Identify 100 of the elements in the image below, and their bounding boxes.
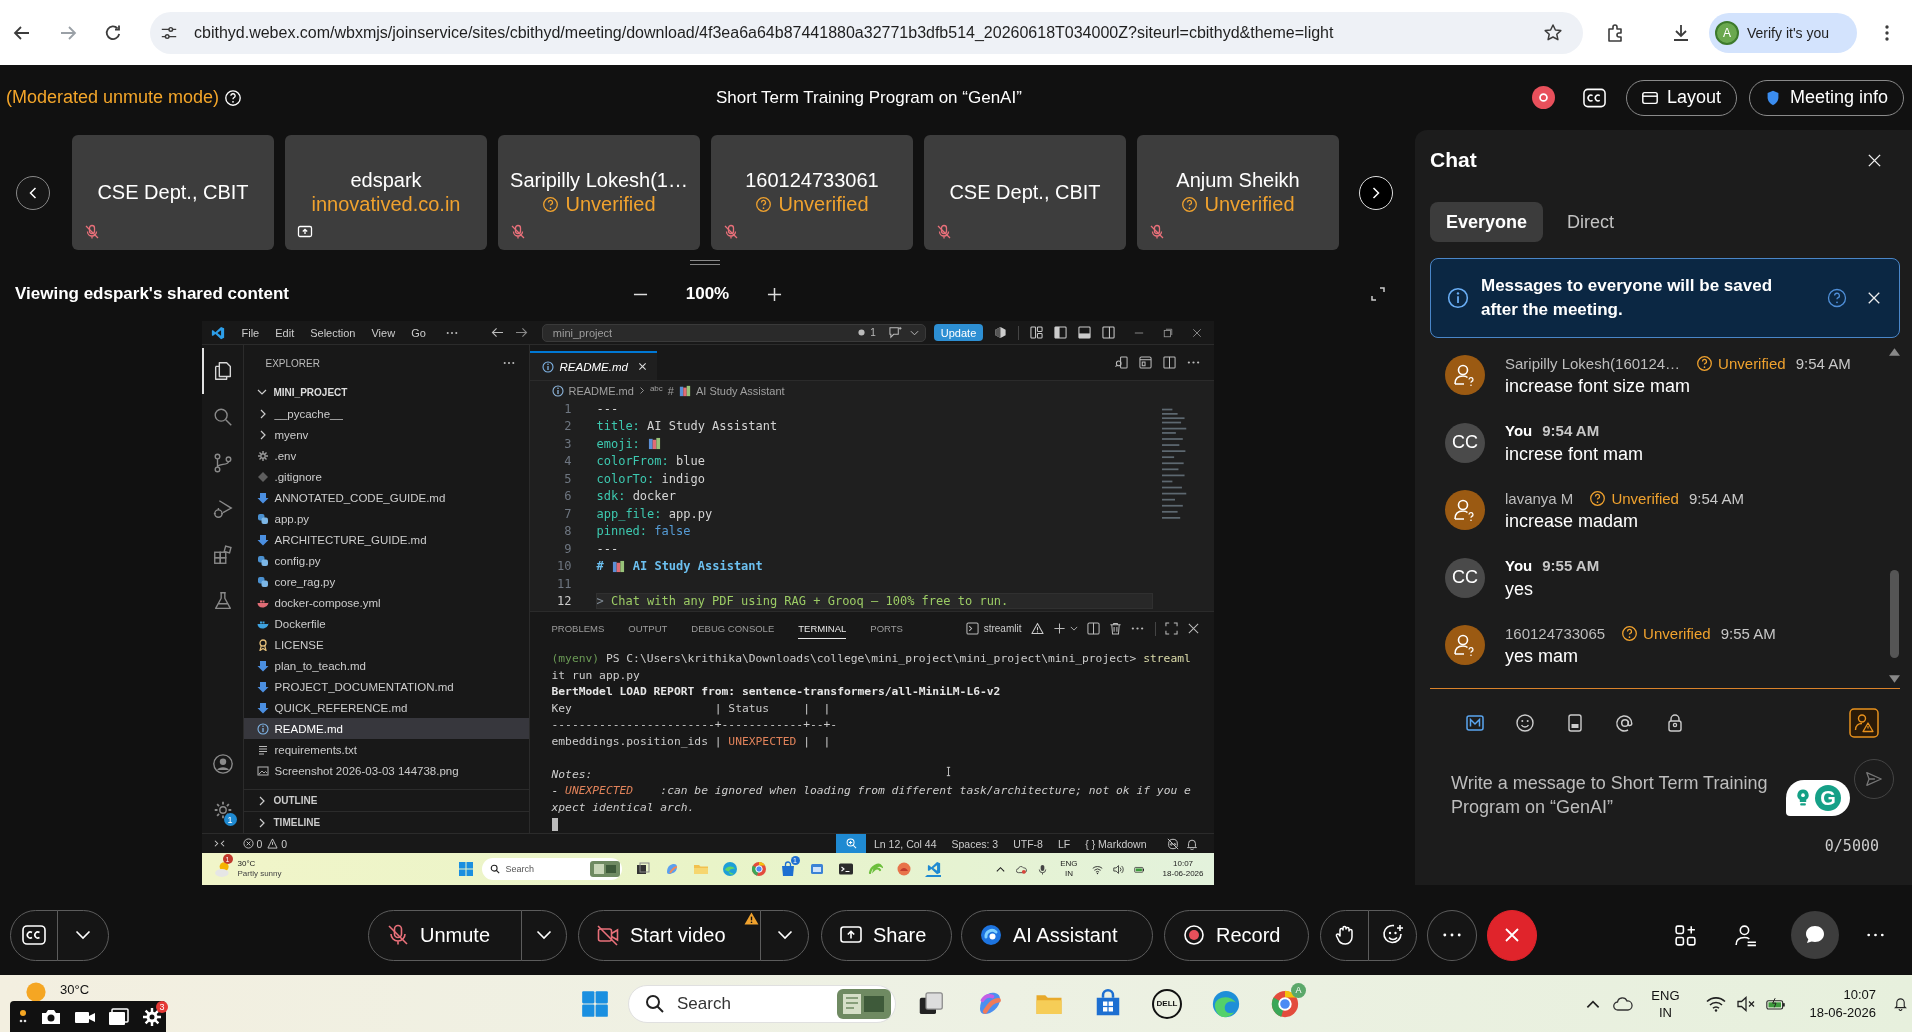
more-icon[interactable] [1867,933,1884,937]
tree-item[interactable]: .gitignore [243,466,529,487]
apps-icon[interactable] [1673,922,1698,948]
status-item[interactable]: Ln 12, Col 44 [874,837,937,850]
tree-item[interactable]: README.md [243,718,529,739]
cloud-icon[interactable] [1613,994,1634,1013]
region-code[interactable]: IN [1064,869,1073,879]
preview-icon[interactable] [1114,356,1128,369]
wifi-icon[interactable] [1705,994,1726,1013]
task-view-icon[interactable] [634,861,651,877]
scroll-up-icon[interactable] [1889,348,1900,356]
plus-icon[interactable] [1052,622,1066,635]
remote-icon[interactable] [213,838,225,849]
bookmark-star-icon[interactable] [1543,22,1563,43]
trash-icon[interactable] [1108,622,1122,635]
window-icon[interactable] [108,1007,130,1026]
forward-arrow-icon[interactable] [514,327,528,338]
search-field[interactable]: Search [481,858,622,880]
window-app-icon[interactable] [808,861,825,877]
panel-tab[interactable]: PORTS [870,618,903,639]
terminal-name[interactable]: streamlit [983,623,1022,634]
tree-item[interactable]: Dockerfile [243,613,529,634]
unmute-button[interactable]: Unmute [368,909,522,961]
tree-item[interactable]: app.py [243,508,529,529]
menu-item[interactable]: File [241,326,260,339]
ring-browser-icon[interactable] [750,861,767,877]
tree-item[interactable]: requirements.txt [243,739,529,760]
split-icon[interactable] [1086,622,1100,635]
files-icon[interactable] [212,360,234,382]
gif-icon[interactable] [1565,713,1585,733]
status-item[interactable]: { } Markdown [1085,837,1147,850]
start-icon[interactable] [581,989,609,1018]
participant-tile[interactable]: CSE Dept., CBIT [924,135,1126,250]
sun-cloud-icon[interactable] [213,860,232,878]
layout-grid-icon[interactable] [1030,326,1044,339]
status-item[interactable]: Spaces: 3 [951,837,999,850]
record-button[interactable]: Record [1164,909,1309,961]
tree-item[interactable]: __pycache__ [243,403,529,424]
update-button[interactable]: Update [933,324,984,341]
code-editor-app-icon[interactable] [924,861,941,877]
split-hexagon-icon[interactable] [994,326,1008,339]
menu-item[interactable]: Edit [275,326,295,339]
sidebar-right-icon[interactable] [1102,326,1116,339]
download-icon[interactable] [1671,22,1691,43]
captions-icon[interactable] [1582,87,1606,108]
status-item[interactable]: LF [1057,837,1071,850]
more-options-button[interactable] [1427,909,1477,961]
panel-tab[interactable]: OUTPUT [628,618,668,639]
video-options-button[interactable] [760,909,809,961]
participants-icon[interactable] [1733,922,1758,948]
search-field[interactable]: Search [628,984,896,1023]
zoom-button[interactable] [836,834,866,853]
cloud-alert-icon[interactable] [1016,863,1028,875]
tree-item[interactable]: plan_to_teach.md [243,655,529,676]
mention-icon[interactable] [1615,713,1635,733]
sidebar-left-icon[interactable] [1054,326,1068,339]
next-page-button[interactable] [1359,175,1393,210]
captions-button[interactable] [10,909,58,961]
panel-bottom-icon[interactable] [1078,326,1092,339]
command-center-field[interactable]: mini_project 1 [541,323,926,342]
terminal-icon[interactable] [837,861,854,877]
previous-page-button[interactable] [16,175,50,210]
chat-tab[interactable]: Everyone [1430,202,1544,242]
wave-browser-icon[interactable] [721,861,738,877]
markdown-icon[interactable] [1465,713,1485,733]
panel-tab[interactable]: PROBLEMS [551,618,605,639]
scrollbar-thumb[interactable] [1890,570,1899,658]
emoji-icon[interactable] [1515,713,1535,733]
caret-icon[interactable] [909,329,919,336]
chat-button[interactable] [1791,911,1839,959]
extensions-icon[interactable] [212,544,234,566]
restore-icon[interactable] [1163,327,1174,338]
tree-item[interactable]: LICENSE [243,634,529,655]
grip-icon[interactable] [18,1008,28,1025]
leave-meeting-button[interactable] [1487,909,1537,961]
panel-tab[interactable]: TERMINAL [798,618,847,639]
tree-item[interactable]: PROJECT_DOCUMENTATION.md [243,676,529,697]
ring-browser-icon[interactable] [1270,988,1300,1019]
back-arrow-icon[interactable] [490,327,504,338]
logo-badge[interactable]: DELL [1152,988,1182,1019]
guest-warning-icon[interactable] [1849,708,1879,738]
speaker-muted-icon[interactable] [1735,994,1756,1013]
section-header[interactable]: OUTLINE [243,789,529,811]
tree-item[interactable]: ARCHITECTURE_GUIDE.md [243,529,529,550]
clock-time[interactable]: 10:07 [1173,859,1194,869]
reactions-button[interactable] [1368,909,1417,961]
wave-browser-icon[interactable] [1211,988,1241,1019]
raise-hand-button[interactable] [1320,909,1369,961]
tree-item[interactable]: Screenshot 2026-03-03 144738.png [243,760,529,781]
meeting-info-button[interactable]: Meeting info [1748,79,1904,116]
tree-item[interactable]: core_rag.py [243,571,529,592]
speaker-icon[interactable] [1112,863,1124,875]
ai-assistant-button[interactable]: AI Assistant [961,909,1153,961]
audio-options-button[interactable] [521,909,567,961]
resize-handle[interactable] [690,260,720,265]
profile-button[interactable]: A Verify it's you [1709,12,1857,53]
language-code[interactable]: ENG [1651,986,1680,1004]
chat-tab[interactable]: Direct [1551,202,1631,242]
tree-item[interactable]: myenv [243,424,529,445]
participant-tile[interactable]: 160124733061 Unverified [711,135,913,250]
